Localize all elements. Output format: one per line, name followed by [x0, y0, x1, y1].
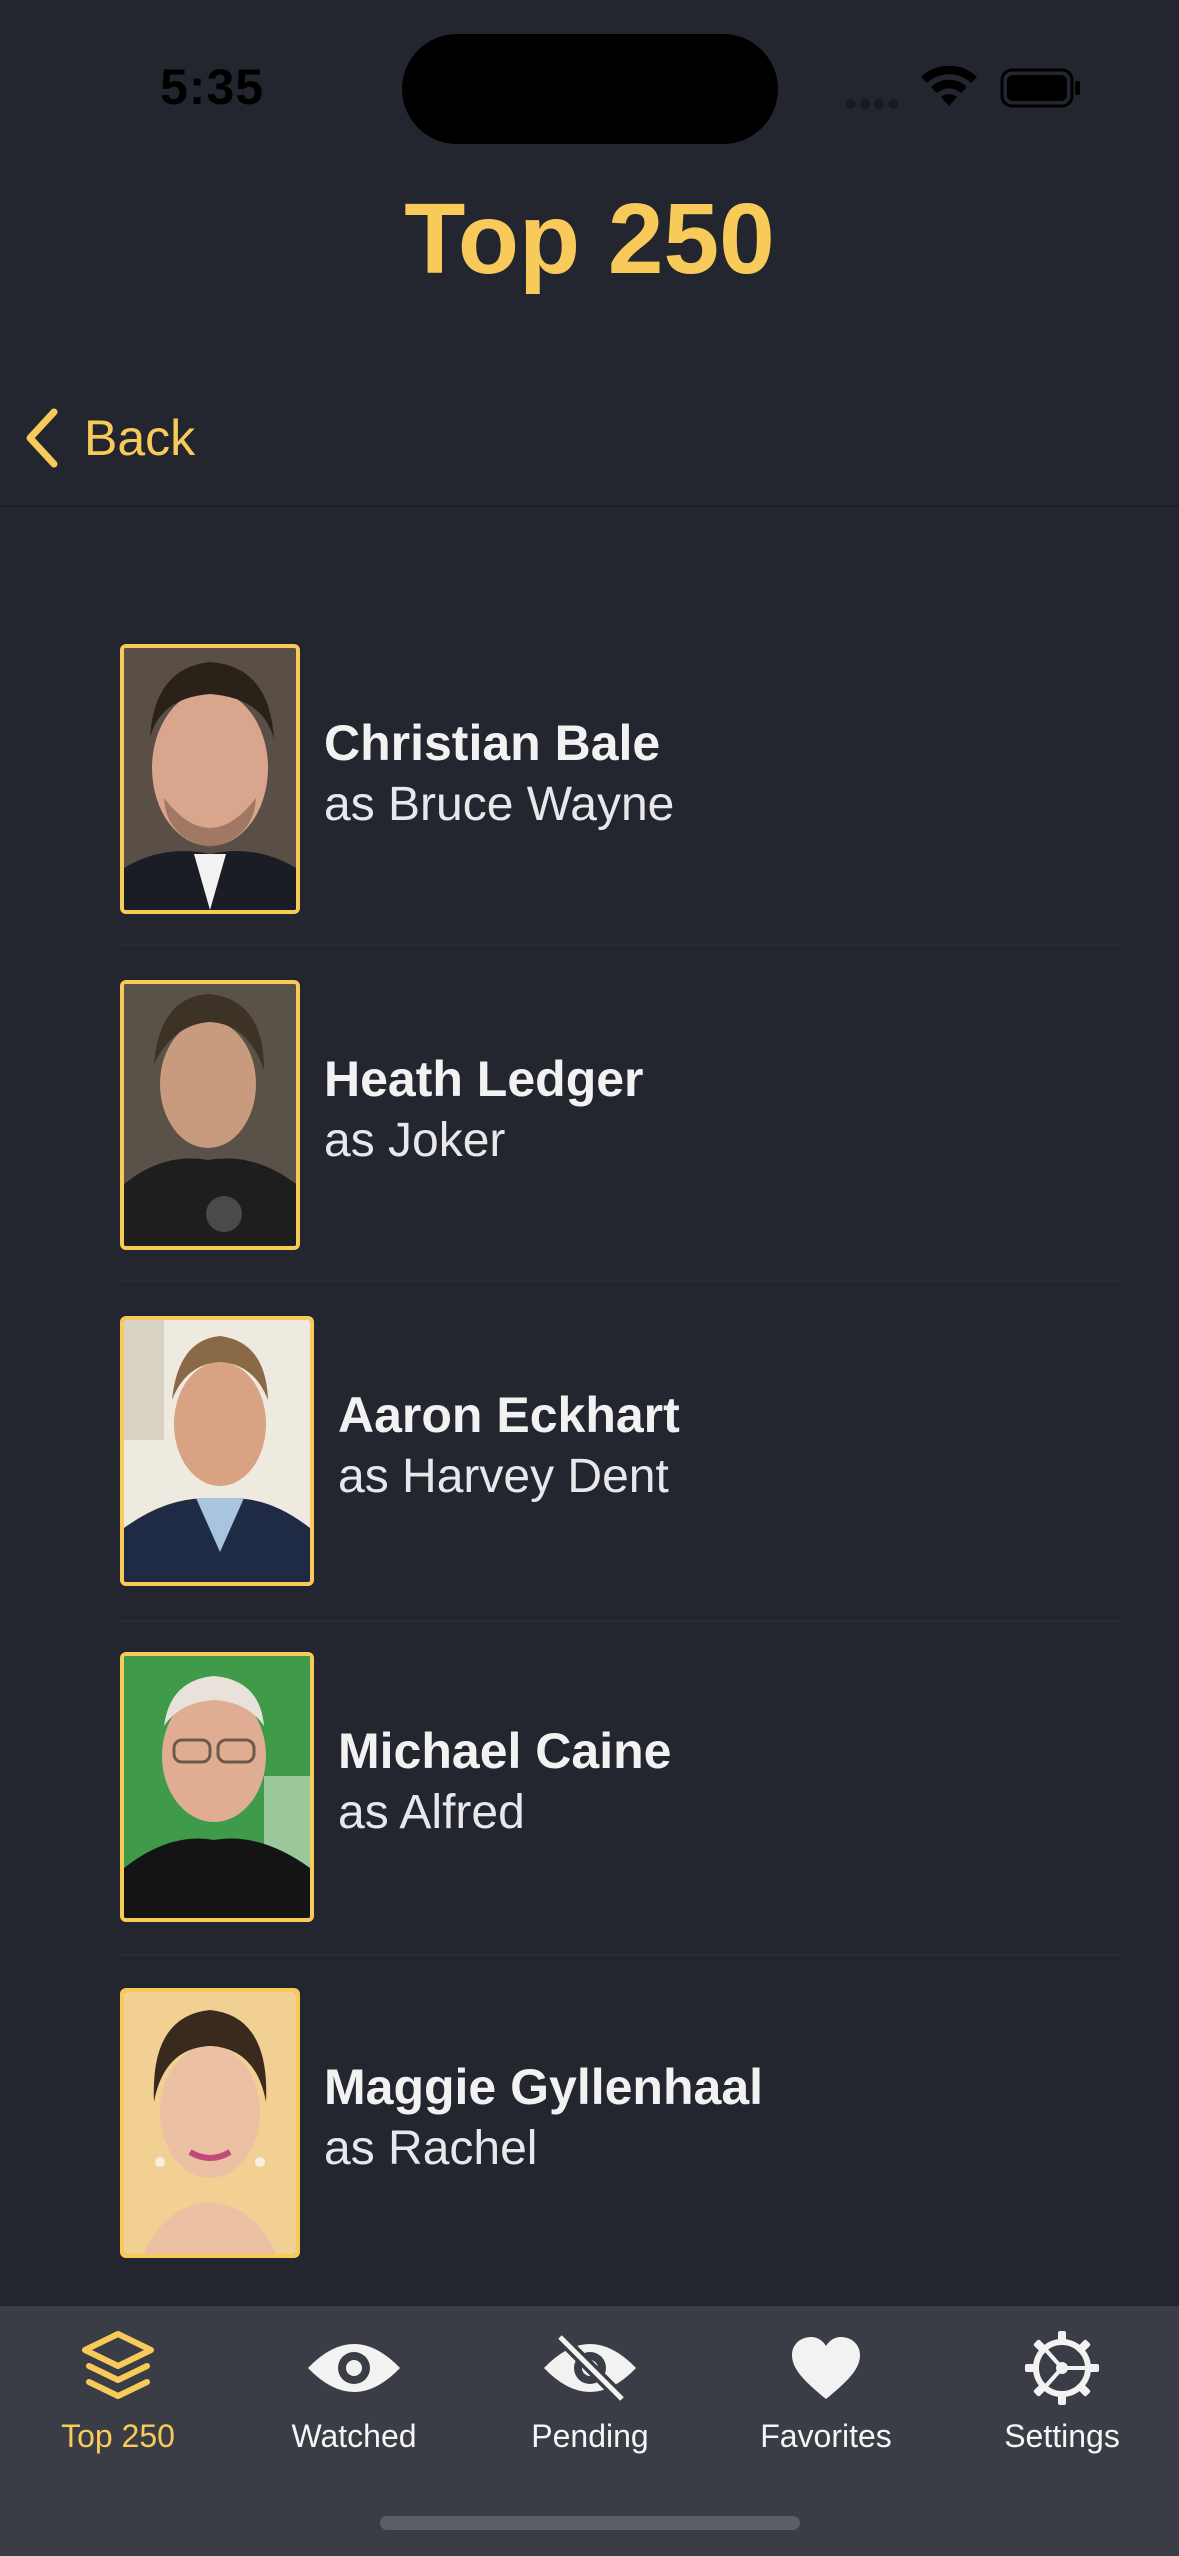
row-divider [120, 944, 1119, 946]
status-time: 5:35 [160, 59, 265, 115]
tab-label: Pending [531, 2418, 649, 2454]
character-name: as Rachel [324, 2122, 538, 2175]
character-name: as Alfred [338, 1786, 525, 1839]
tab-label: Top 250 [61, 2418, 175, 2454]
battery-icon [1000, 68, 1082, 113]
tab-watched[interactable]: Watched [236, 2306, 472, 2456]
heart-icon [790, 2318, 862, 2418]
tab-settings[interactable]: Settings [944, 2306, 1179, 2456]
tab-top-250[interactable]: Top 250 [0, 2306, 236, 2456]
tab-label: Watched [291, 2418, 417, 2454]
actor-name: Aaron Eckhart [338, 1387, 680, 1443]
row-divider [120, 1954, 1119, 1956]
nav-divider [0, 505, 1179, 507]
eye-slash-icon [542, 2318, 638, 2418]
character-name: as Joker [324, 1114, 506, 1167]
actor-name: Maggie Gyllenhaal [324, 2059, 764, 2115]
tab-pending[interactable]: Pending [472, 2306, 708, 2456]
actor-photo [120, 1988, 300, 2258]
row-divider [120, 1280, 1119, 1282]
actor-name: Heath Ledger [324, 1051, 644, 1107]
tab-label: Settings [1004, 2418, 1120, 2454]
back-button[interactable]: Back [24, 402, 195, 474]
actor-photo [120, 644, 300, 914]
back-label: Back [84, 410, 196, 466]
wifi-icon [920, 65, 978, 113]
actor-photo [120, 1316, 314, 1586]
cast-row[interactable]: Christian Bale as Bruce Wayne [0, 640, 1179, 920]
cast-row[interactable]: Heath Ledger as Joker [0, 976, 1179, 1256]
page-title: Top 250 [404, 183, 775, 295]
cast-row[interactable]: Michael Caine as Alfred [0, 1648, 1179, 1928]
cast-row[interactable]: Aaron Eckhart as Harvey Dent [0, 1312, 1179, 1592]
actor-name: Michael Caine [338, 1723, 672, 1779]
home-indicator[interactable] [380, 2516, 800, 2530]
character-name: as Bruce Wayne [324, 778, 675, 831]
actor-name: Christian Bale [324, 715, 661, 771]
character-name: as Harvey Dent [338, 1450, 669, 1503]
eye-icon [306, 2318, 402, 2418]
tab-label: Favorites [760, 2418, 892, 2454]
dynamic-island [402, 34, 778, 144]
tab-favorites[interactable]: Favorites [708, 2306, 944, 2456]
gear-icon [1023, 2318, 1101, 2418]
chevron-left-icon [26, 408, 58, 468]
cellular-signal-icon [846, 96, 902, 114]
actor-photo [120, 1652, 314, 1922]
row-divider [120, 1620, 1119, 1622]
layers-icon [79, 2318, 157, 2418]
actor-photo [120, 980, 300, 1250]
status-bar: 5:35 [0, 0, 1179, 150]
cast-row[interactable]: Maggie Gyllenhaal as Rachel [0, 1984, 1179, 2264]
